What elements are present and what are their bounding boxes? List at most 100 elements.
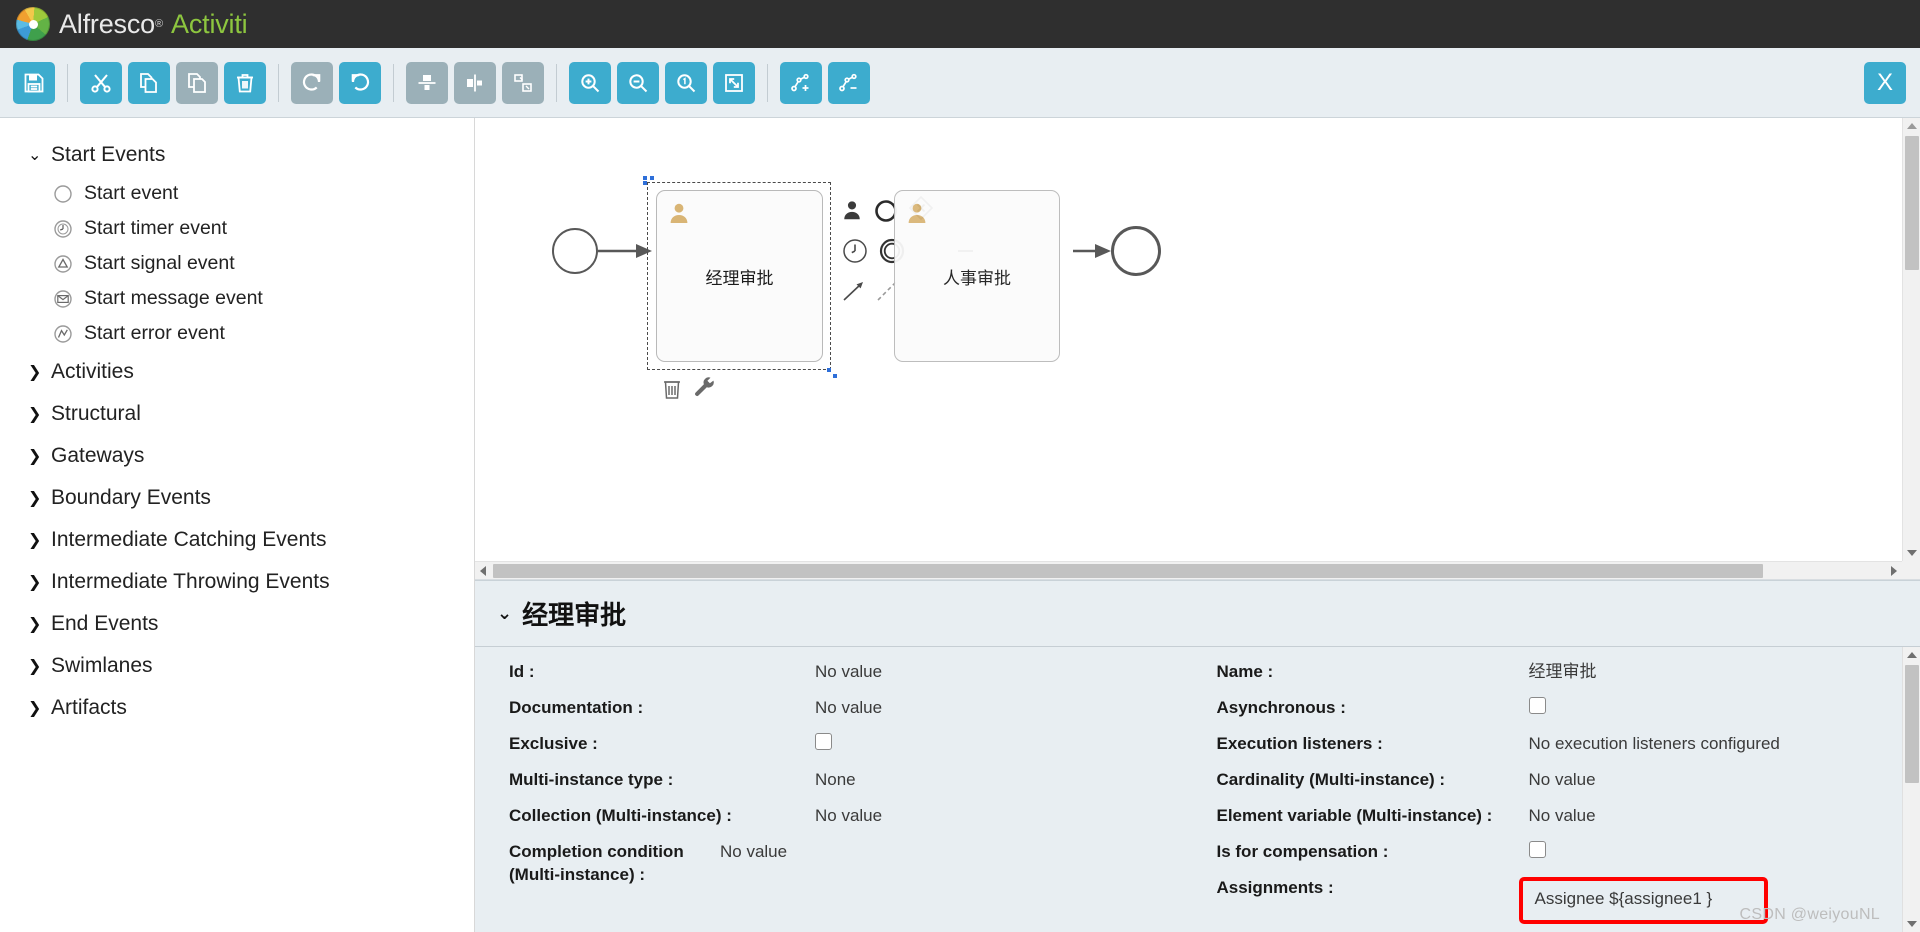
property-value[interactable]: No value bbox=[815, 697, 1189, 720]
palette-group-intermediate-throwing-events[interactable]: ❯ Intermediate Throwing Events bbox=[0, 561, 474, 603]
cut-button[interactable] bbox=[80, 61, 122, 104]
start-event-icon bbox=[52, 183, 74, 205]
scroll-down-arrow-icon[interactable] bbox=[1907, 550, 1917, 557]
properties-table: Id : No value Documentation : No value E… bbox=[475, 647, 1902, 932]
zoom-out-icon bbox=[629, 73, 648, 92]
align-horizontal-button[interactable] bbox=[454, 61, 496, 104]
zoom-in-button[interactable] bbox=[569, 61, 611, 104]
remove-bendpoint-button[interactable] bbox=[828, 61, 870, 104]
palette-group-start-events[interactable]: ⌄ Start Events bbox=[0, 134, 474, 176]
assignments-value-highlight[interactable]: Assignee ${assignee1 } bbox=[1518, 877, 1769, 924]
quick-sequenceflow-icon[interactable] bbox=[841, 278, 867, 309]
property-row-execution-listeners: Execution listeners : No execution liste… bbox=[1189, 733, 1903, 769]
property-value[interactable]: No value bbox=[1529, 769, 1903, 792]
palette-group-structural[interactable]: ❯ Structural bbox=[0, 393, 474, 435]
palette-item-start-signal-event[interactable]: Start signal event bbox=[0, 246, 474, 281]
delete-button[interactable] bbox=[224, 61, 266, 104]
copy-button[interactable] bbox=[128, 61, 170, 104]
asynchronous-checkbox[interactable] bbox=[1528, 697, 1546, 715]
palette-item-start-event[interactable]: Start event bbox=[0, 176, 474, 211]
close-editor-button[interactable]: X bbox=[1864, 61, 1906, 104]
palette-group-activities[interactable]: ❯ Activities bbox=[0, 351, 474, 393]
canvas-vscroll-thumb[interactable] bbox=[1905, 136, 1919, 270]
properties-vscroll-thumb[interactable] bbox=[1905, 665, 1919, 784]
palette-item-start-timer-event[interactable]: Start timer event bbox=[0, 211, 474, 246]
palette-group-end-events[interactable]: ❯ End Events bbox=[0, 603, 474, 645]
properties-body: Id : No value Documentation : No value E… bbox=[475, 646, 1920, 932]
user-task-type-icon bbox=[670, 203, 688, 223]
palette-group-artifacts[interactable]: ❯ Artifacts bbox=[0, 687, 474, 729]
palette-item-label: Start timer event bbox=[84, 217, 228, 239]
diagram-canvas[interactable]: 经理审批 人事审批 bbox=[475, 118, 1902, 562]
scroll-up-arrow-icon[interactable] bbox=[1907, 652, 1917, 659]
morph-shape-icon[interactable] bbox=[693, 376, 717, 405]
end-event-node[interactable] bbox=[1111, 226, 1161, 276]
zoom-out-button[interactable] bbox=[617, 61, 659, 104]
shape-palette: ⌄ Start Events Start event Start timer e… bbox=[0, 118, 475, 932]
quick-timer-event-icon[interactable] bbox=[841, 237, 869, 270]
property-label: Is for compensation : bbox=[1216, 842, 1389, 862]
add-bendpoint-button[interactable] bbox=[780, 61, 822, 104]
properties-panel-header[interactable]: ⌄ 经理审批 bbox=[475, 581, 1920, 646]
toolbar-group-zoom bbox=[566, 61, 758, 104]
scroll-up-arrow-icon[interactable] bbox=[1907, 123, 1917, 129]
scroll-right-arrow-icon[interactable] bbox=[1891, 566, 1897, 577]
palette-item-start-message-event[interactable]: Start message event bbox=[0, 281, 474, 316]
property-label: Exclusive : bbox=[509, 734, 598, 754]
undo-button[interactable] bbox=[339, 61, 381, 104]
property-value[interactable]: No execution listeners configured bbox=[1529, 733, 1903, 756]
exclusive-checkbox[interactable] bbox=[815, 733, 832, 751]
properties-vertical-scrollbar[interactable] bbox=[1902, 647, 1920, 932]
palette-group-label: Start Events bbox=[51, 143, 166, 166]
zoom-actual-icon bbox=[677, 73, 696, 92]
scissors-icon bbox=[91, 73, 111, 93]
property-value[interactable]: No value bbox=[720, 841, 1189, 864]
chevron-right-icon: ❯ bbox=[28, 700, 42, 717]
property-value[interactable]: None bbox=[815, 769, 1189, 792]
palette-item-start-error-event[interactable]: Start error event bbox=[0, 316, 474, 351]
property-row-documentation: Documentation : No value bbox=[475, 697, 1189, 733]
palette-group-swimlanes[interactable]: ❯ Swimlanes bbox=[0, 645, 474, 687]
property-value[interactable]: No value bbox=[1529, 805, 1903, 828]
palette-group-boundary-events[interactable]: ❯ Boundary Events bbox=[0, 477, 474, 519]
zoom-fit-button[interactable] bbox=[713, 61, 755, 104]
property-value[interactable]: No value bbox=[815, 805, 1189, 828]
same-size-button[interactable] bbox=[502, 61, 544, 104]
canvas-hscroll-thumb[interactable] bbox=[493, 564, 1763, 579]
align-horizontal-icon bbox=[467, 74, 482, 91]
redo-icon bbox=[302, 72, 321, 91]
selection-handle-bottom-right-2[interactable] bbox=[833, 374, 837, 378]
save-button[interactable] bbox=[13, 61, 55, 104]
remove-bendpoint-icon bbox=[839, 73, 857, 91]
zoom-actual-button[interactable] bbox=[665, 61, 707, 104]
canvas-horizontal-scrollbar[interactable] bbox=[475, 561, 1902, 580]
editor-right-column: 经理审批 人事审批 ⌄ 经理审批 Id: No value Documenta… bbox=[475, 118, 1920, 932]
canvas-vertical-scrollbar[interactable] bbox=[1902, 118, 1920, 562]
selection-handle-top-left-2[interactable] bbox=[650, 176, 654, 180]
property-row-cardinality: Cardinality (Multi-instance) : No value bbox=[1189, 769, 1903, 805]
property-value[interactable]: 经理审批 bbox=[1529, 661, 1903, 684]
palette-group-intermediate-catching-events[interactable]: ❯ Intermediate Catching Events bbox=[0, 519, 474, 561]
start-event-node[interactable] bbox=[552, 228, 598, 274]
diagram-canvas-container: 经理审批 人事审批 bbox=[475, 118, 1920, 581]
align-vertical-button[interactable] bbox=[406, 61, 448, 104]
user-task-hr-approval[interactable]: 人事审批 bbox=[894, 190, 1060, 362]
quick-user-task-icon[interactable] bbox=[840, 198, 864, 227]
selection-handle-bottom-right[interactable] bbox=[827, 368, 831, 372]
brand-name-secondary: Activiti bbox=[171, 8, 248, 39]
redo-button[interactable] bbox=[291, 61, 333, 104]
scroll-left-arrow-icon[interactable] bbox=[480, 566, 486, 577]
add-bendpoint-icon bbox=[791, 73, 809, 91]
task-label: 人事审批 bbox=[943, 268, 1011, 288]
selection-handle-top-left-3[interactable] bbox=[643, 181, 647, 185]
property-row-name: Name : 经理审批 bbox=[1189, 661, 1903, 697]
selection-handle-top-left[interactable] bbox=[643, 176, 647, 180]
is-for-compensation-checkbox[interactable] bbox=[1528, 841, 1546, 859]
scroll-down-arrow-icon[interactable] bbox=[1907, 921, 1917, 927]
palette-item-label: Start signal event bbox=[84, 252, 235, 274]
user-task-manager-approval[interactable]: 经理审批 bbox=[656, 190, 823, 362]
property-value[interactable]: No value bbox=[815, 661, 1189, 684]
paste-button[interactable] bbox=[176, 61, 218, 104]
palette-group-gateways[interactable]: ❯ Gateways bbox=[0, 435, 474, 477]
delete-shape-icon[interactable] bbox=[661, 376, 683, 405]
